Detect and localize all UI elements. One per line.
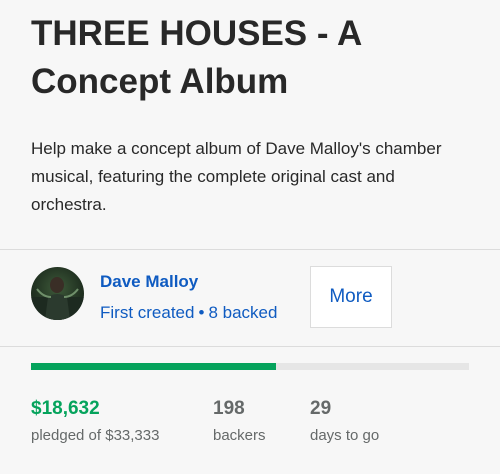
creator-section: Dave Malloy First created • 8 backed More [31,266,471,332]
divider [0,249,500,250]
first-created-link[interactable]: First created [100,303,194,322]
more-button[interactable]: More [310,266,392,328]
pledged-label: pledged of $33,333 [31,427,160,444]
pledged-stat: $18,632 pledged of $33,333 [31,396,159,448]
creator-name-link[interactable]: Dave Malloy [100,272,198,292]
backers-label: backers [213,427,266,444]
days-count: 29 [310,398,332,419]
project-blurb: Help make a concept album of Dave Malloy… [31,139,442,214]
days-stat: 29 days to go [310,396,379,448]
creator-meta: First created • 8 backed [100,303,277,323]
divider [0,346,500,347]
creator-avatar[interactable] [31,267,84,320]
backers-stat: 198 backers [213,396,266,448]
funding-progress-fill [31,363,276,370]
days-label: days to go [310,427,380,444]
pledged-amount: $18,632 [31,398,100,419]
meta-separator: • [198,303,205,322]
project-card: THREE HOUSES - A Concept Album Help make… [0,0,500,474]
backed-count-link[interactable]: 8 backed [208,303,277,322]
funding-progress-bar [31,363,469,370]
backers-count: 198 [213,398,245,419]
project-title: THREE HOUSES - A Concept Album [31,14,361,101]
